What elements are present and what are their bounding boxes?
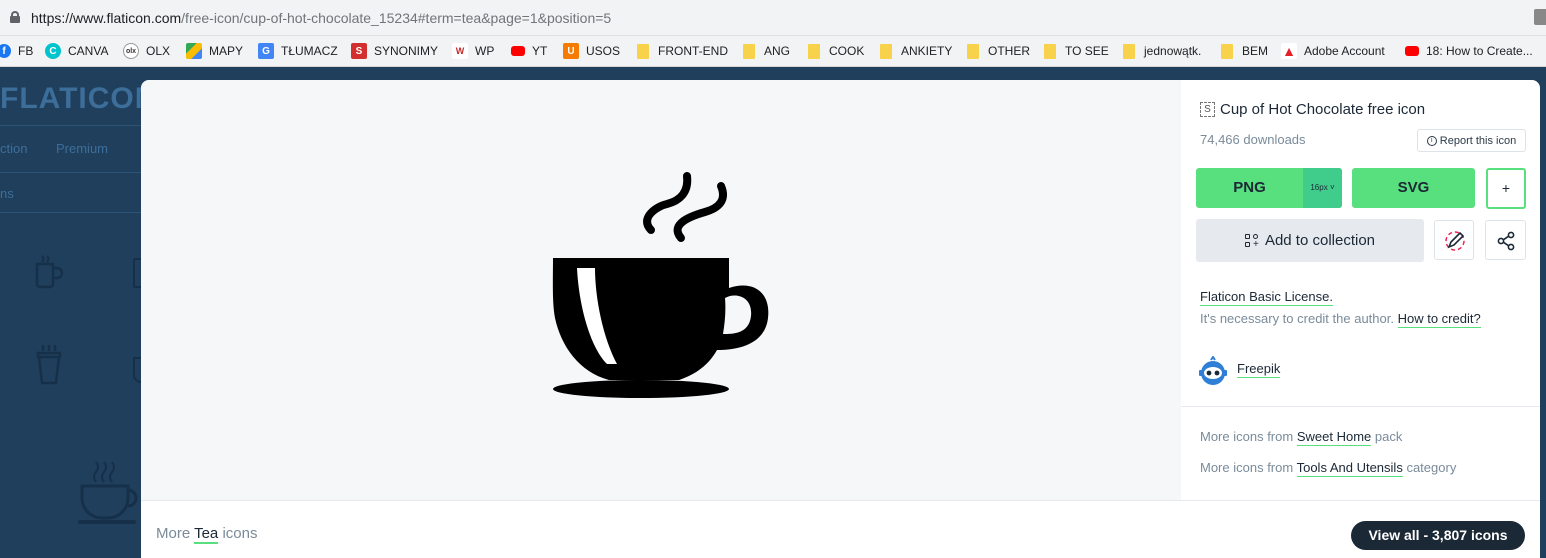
edit-icon-button[interactable] [1434,220,1474,260]
flaticon-logo: FLATICON [0,82,158,115]
bookmark-wp[interactable]: W WP [452,42,494,60]
author-link[interactable]: Freepik [1237,361,1281,378]
url-text[interactable]: https://www.flaticon.com/free-icon/cup-o… [31,10,611,26]
folder-icon [880,43,892,59]
folder-icon [637,43,649,59]
bookmark-fb[interactable]: f FB [0,42,33,60]
bookmark-cook[interactable]: COOK [808,42,864,60]
bookmark-adobe[interactable]: ▲ Adobe Account [1281,42,1385,60]
translate-icon: G [258,43,274,59]
icon-info-panel: S Cup of Hot Chocolate free icon 74,466 … [1181,80,1540,500]
youtube-icon [511,46,525,56]
bookmark-ang[interactable]: ANG [743,42,790,60]
address-bar[interactable]: https://www.flaticon.com/free-icon/cup-o… [0,0,1546,36]
facebook-icon: f [0,44,11,58]
info-icon: i [1426,135,1437,146]
bookmark-how-to-create[interactable]: 18: How to Create... [1405,42,1533,60]
report-icon-button[interactable]: i Report this icon [1417,129,1526,152]
png-label: PNG [1233,179,1266,196]
synonimy-icon: S [351,43,367,59]
divider [1181,406,1540,407]
icon-detail-modal: S Cup of Hot Chocolate free icon 74,466 … [141,80,1540,558]
pencil-icon [1445,231,1465,251]
folder-icon [808,43,820,59]
extension-icon[interactable] [1534,9,1546,25]
more-from-pack: More icons from Sweet Home pack [1200,429,1403,446]
icon-preview [141,80,1181,500]
bookmark-bem[interactable]: BEM [1221,42,1268,60]
bg-divider [0,125,141,126]
bookmark-front-end[interactable]: FRONT-END [637,42,728,60]
category-link[interactable]: Tools And Utensils [1296,460,1403,477]
bg-partial-icon [133,258,141,288]
credit-notice: It's necessary to credit the author. How… [1200,311,1481,328]
lock-icon [10,11,20,23]
bg-divider [0,212,141,213]
bg-nav-icons: ns [0,186,14,201]
bookmark-mapy[interactable]: MAPY [186,42,243,60]
pack-link[interactable]: Sweet Home [1296,429,1372,446]
more-formats-button[interactable]: + [1486,168,1526,209]
share-icon [1497,231,1515,251]
download-count: 74,466 downloads [1200,132,1306,147]
license-link[interactable]: Flaticon Basic License. [1200,289,1333,306]
bg-mug-icon [35,255,63,289]
folder-icon [1221,43,1233,59]
chevron-down-icon: ˅ [1329,183,1335,192]
folder-icon [1123,43,1135,59]
download-png-button[interactable]: PNG 16px ˅ [1196,168,1342,208]
olx-icon: olx [123,43,139,59]
freepik-avatar [1199,356,1227,385]
bookmark-to-see[interactable]: TO SEE [1044,42,1109,60]
bookmark-ankiety[interactable]: ANKIETY [880,42,952,60]
share-button[interactable] [1485,220,1526,260]
bookmark-synonimy[interactable]: S SYNONIMY [351,42,438,60]
hot-chocolate-cup-icon [552,172,769,398]
how-to-credit-link[interactable]: How to credit? [1397,311,1481,328]
bg-divider [0,172,141,173]
folder-icon [1044,43,1056,59]
bg-nav-premium: Premium [56,141,109,156]
tea-term-link[interactable]: Tea [194,525,219,544]
collection-label: Add to collection [1264,232,1376,249]
more-from-category: More icons from Tools And Utensils categ… [1200,460,1457,477]
bookmark-other[interactable]: OTHER [967,42,1030,60]
wp-icon: W [452,43,468,59]
bg-coffee-cup-icon [36,345,62,385]
add-to-collection-button[interactable]: + Add to collection [1196,219,1424,262]
bookmarks-bar: f FB C CANVA olx OLX MAPY G TŁUMACZ S SYNONIM… [0,36,1546,67]
folder-icon [743,43,755,59]
bg-tea-cup-icon [78,461,138,524]
canva-icon: C [45,43,61,59]
bg-partial-icon [133,357,141,383]
report-label: Report this icon [1439,134,1517,147]
download-svg-button[interactable]: SVG [1352,168,1475,208]
bookmark-usos[interactable]: U USOS [563,42,620,60]
png-size-dropdown[interactable]: 16px ˅ [1303,168,1342,208]
folder-icon [967,43,979,59]
style-badge: S [1200,102,1215,117]
view-all-button[interactable]: View all - 3,807 icons [1351,521,1525,550]
bookmark-olx[interactable]: olx OLX [123,42,170,60]
related-icons-bar: More Tea icons View all - 3,807 icons [141,500,1540,558]
bg-nav-collection: ction [0,141,28,156]
bookmark-jednowatk[interactable]: jednowątk. [1123,42,1201,60]
icon-title: S Cup of Hot Chocolate free icon [1200,101,1425,118]
collection-icon: + [1244,233,1259,249]
youtube-icon [1405,46,1419,56]
adobe-icon: ▲ [1281,43,1297,59]
maps-icon [186,43,202,59]
bookmark-canva[interactable]: C CANVA [45,42,108,60]
bookmark-yt[interactable]: YT [511,42,547,60]
bookmark-tlumacz[interactable]: G TŁUMACZ [258,42,338,60]
icon-title-text: Cup of Hot Chocolate free icon [1220,101,1426,118]
usos-icon: U [563,43,579,59]
more-tea-heading: More Tea icons [156,525,258,544]
